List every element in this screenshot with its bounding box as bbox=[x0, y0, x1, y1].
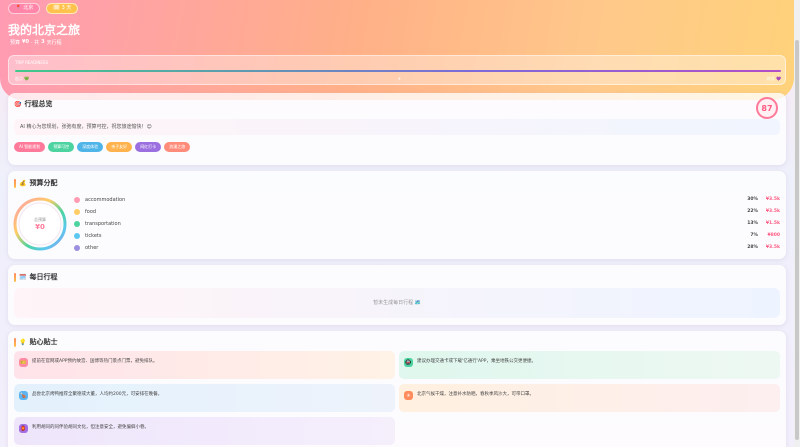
target-icon: 🎯 bbox=[14, 100, 22, 108]
tip-text: 建议办理交通卡或下载'亿通行'APP，乘坐地铁公交更便捷。 bbox=[417, 359, 536, 364]
budget-category-row: tickets 7% ¥800 bbox=[74, 230, 780, 242]
calendar-icon: 🗓 bbox=[53, 5, 60, 11]
ai-summary: AI 精心为您规划，张弛有度，预算可控，祝您旅途愉快！😊 bbox=[14, 119, 780, 135]
page-title: 我的北京之旅 bbox=[8, 23, 81, 37]
subway-icon: 🚇 bbox=[404, 358, 413, 367]
budget-header: 💰 预算分配 bbox=[14, 178, 57, 188]
category-percent: 28% bbox=[747, 245, 758, 250]
daily-empty-state: 暂未生成每日行程 🗺️ bbox=[14, 288, 780, 318]
progress-card: TRIP READINESS 起点 💚 ✈︎ 终点 💜 bbox=[8, 55, 786, 85]
tips-title: 贴心贴士 bbox=[29, 338, 58, 346]
progress-fill bbox=[15, 70, 781, 72]
tip-item: 🍗 品尝北京烤鸭推荐全聚德或大董，人均约200元，可安排在晚餐。 bbox=[14, 384, 395, 412]
total-budget-value: ¥0 bbox=[35, 223, 45, 231]
category-amount: ¥3.5k bbox=[765, 245, 780, 250]
category-name: tickets bbox=[85, 233, 102, 239]
daily-header: 🗓️ 每日行程 bbox=[14, 272, 57, 282]
subtitle-mid: · 共 bbox=[30, 40, 40, 46]
scrollbar[interactable] bbox=[794, 0, 800, 447]
budget-card: 💰 预算分配 总预算 ¥0 accommodation 30% ¥3.5k food 2… bbox=[8, 171, 786, 259]
category-amount: ¥3.5k bbox=[765, 209, 780, 214]
ticket-icon: 🎫 bbox=[19, 358, 28, 367]
category-amount: ¥800 bbox=[767, 233, 780, 238]
budget-category-row: transportation 13% ¥1.5k bbox=[74, 218, 780, 230]
category-icon bbox=[74, 245, 80, 251]
pin-icon: 📍 bbox=[15, 5, 22, 11]
progress-label: TRIP READINESS bbox=[15, 60, 48, 65]
category-percent: 7% bbox=[750, 233, 758, 238]
budget-title: 预算分配 bbox=[29, 179, 58, 187]
budget-category-row: food 22% ¥3.5k bbox=[74, 206, 780, 218]
header-chips: 📍 北京 🗓 3 天 bbox=[8, 3, 79, 14]
daily-card: 🗓️ 每日行程 暂未生成每日行程 🗺️ bbox=[8, 265, 786, 325]
scrollbar-thumb[interactable] bbox=[795, 40, 799, 440]
weather-icon: ☀ bbox=[404, 391, 413, 400]
progress-start-mark: 起点 💚 bbox=[15, 76, 30, 81]
category-icon bbox=[74, 221, 80, 227]
plane-icon: ✈︎ bbox=[398, 76, 402, 81]
page-subtitle: 预算 ¥0 · 共 3 天行程 bbox=[10, 39, 62, 46]
feature-tag[interactable]: 预算可控 bbox=[48, 142, 75, 152]
overview-title: 行程总览 bbox=[24, 100, 53, 108]
feature-tag[interactable]: 亲子友好 bbox=[106, 142, 133, 152]
location-chip-label: 北京 bbox=[23, 5, 34, 11]
tips-header: 💡 贴心贴士 bbox=[14, 337, 57, 347]
budget-category-row: other 28% ¥3.5k bbox=[74, 242, 780, 254]
overview-header: 🎯 行程总览 bbox=[14, 99, 52, 109]
budget-category-list: accommodation 30% ¥3.5k food 22% ¥3.5k transpo… bbox=[74, 194, 780, 254]
tip-text: 利用胡同的同伴验胡同文化，但注意安全，避免偏僻小巷。 bbox=[32, 425, 149, 430]
subtitle-prefix: 预算 bbox=[10, 40, 21, 46]
tag-list: AI 智能规划 预算可控 深度体验 亲子友好 网红打卡 浪漫之旅 bbox=[14, 142, 191, 152]
category-percent: 13% bbox=[747, 221, 758, 226]
location-chip[interactable]: 📍 北京 bbox=[8, 3, 41, 14]
category-percent: 30% bbox=[747, 197, 758, 202]
tips-card: 💡 贴心贴士 🎫 提前在官网或APP预约故宫、国博等热门景点门票，避免排队。 🚇 建议… bbox=[8, 331, 786, 447]
category-icon bbox=[74, 233, 80, 239]
score-badge: 87 bbox=[756, 97, 778, 119]
food-icon: 🍗 bbox=[19, 391, 28, 400]
daily-title: 每日行程 bbox=[29, 273, 58, 281]
calendar-icon: 🗓️ bbox=[19, 273, 27, 281]
tip-text: 品尝北京烤鸭推荐全聚德或大董，人均约200元，可安排在晚餐。 bbox=[32, 392, 163, 397]
category-icon bbox=[74, 209, 80, 215]
accent-bar bbox=[14, 337, 16, 347]
donut-center: 总预算 ¥0 bbox=[12, 196, 68, 252]
hero-header: 📍 北京 🗓 3 天 我的北京之旅 预算 ¥0 · 共 3 天行程 bbox=[0, 0, 794, 100]
subtitle-suffix: 天行程 bbox=[46, 40, 62, 46]
overview-card: 🎯 行程总览 87 AI 精心为您规划，张弛有度，预算可控，祝您旅途愉快！😊 A… bbox=[8, 93, 786, 165]
category-icon bbox=[74, 197, 80, 203]
category-name: other bbox=[85, 245, 99, 251]
feature-tag[interactable]: 浪漫之旅 bbox=[164, 142, 191, 152]
duration-chip[interactable]: 🗓 3 天 bbox=[46, 3, 79, 14]
category-name: food bbox=[85, 209, 97, 215]
tip-item: 🎫 提前在官网或APP预约故宫、国博等热门景点门票，避免排队。 bbox=[14, 351, 395, 379]
tip-text: 北京气候干燥，注意补水防晒，春秋季风沙大，可带口罩。 bbox=[417, 392, 534, 397]
tip-item: 🏮 利用胡同的同伴验胡同文化，但注意安全，避免偏僻小巷。 bbox=[14, 417, 395, 445]
tip-text: 提前在官网或APP预约故宫、国博等热门景点门票，避免排队。 bbox=[32, 359, 158, 364]
budget-category-row: accommodation 30% ¥3.5k bbox=[74, 194, 780, 206]
category-name: accommodation bbox=[85, 197, 126, 203]
category-percent: 22% bbox=[747, 209, 758, 214]
feature-tag[interactable]: 网红打卡 bbox=[135, 142, 162, 152]
duration-chip-label: 3 天 bbox=[61, 5, 72, 11]
feature-tag[interactable]: 深度体验 bbox=[77, 142, 104, 152]
tip-item: 🚇 建议办理交通卡或下载'亿通行'APP，乘坐地铁公交更便捷。 bbox=[399, 351, 780, 379]
feature-tag[interactable]: AI 智能规划 bbox=[14, 142, 46, 152]
budget-value: ¥0 bbox=[22, 39, 29, 45]
lightbulb-icon: 💡 bbox=[19, 338, 27, 346]
category-amount: ¥1.5k bbox=[765, 221, 780, 226]
accent-bar bbox=[14, 272, 16, 282]
accent-bar bbox=[14, 178, 16, 188]
tip-item: ☀ 北京气候干燥，注意补水防晒，春秋季风沙大，可带口罩。 bbox=[399, 384, 780, 412]
category-name: transportation bbox=[85, 221, 121, 227]
progress-track bbox=[15, 70, 781, 72]
progress-end-mark: 终点 💜 bbox=[766, 76, 781, 81]
days-value: 3 bbox=[41, 39, 45, 45]
category-amount: ¥3.5k bbox=[765, 197, 780, 202]
money-bag-icon: 💰 bbox=[19, 179, 27, 187]
lantern-icon: 🏮 bbox=[19, 424, 28, 433]
